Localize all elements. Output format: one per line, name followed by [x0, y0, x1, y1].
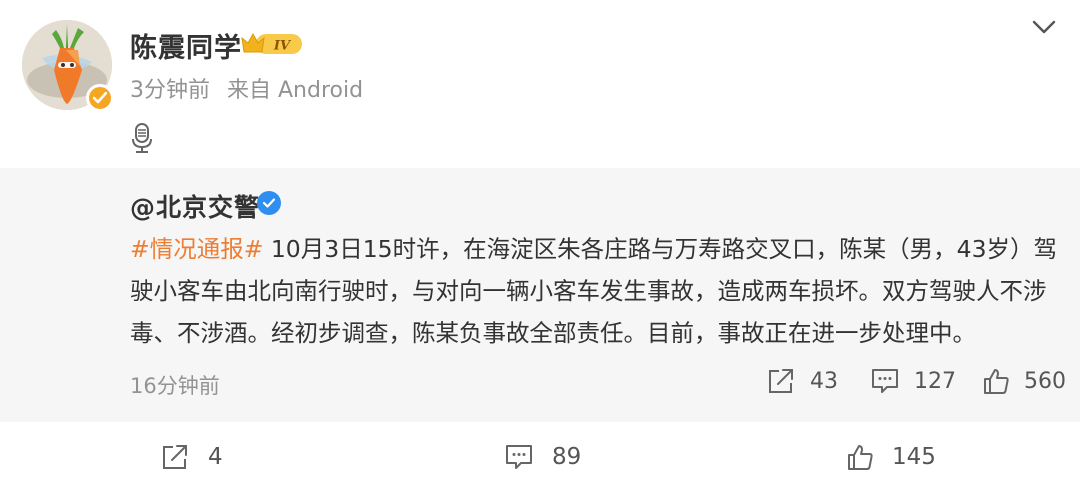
crown-rank-badge-icon[interactable]: IV — [240, 30, 304, 58]
repost-like-count: 560 — [1024, 368, 1066, 394]
repost-content: #情况通报# 10月3日15时许，在海淀区朱各庄路与万寿路交叉口，陈某（男，43… — [130, 228, 1060, 354]
repost-share-count: 43 — [810, 368, 838, 394]
comment-button[interactable]: 89 — [504, 440, 581, 474]
avatar[interactable] — [22, 20, 114, 112]
microphone-icon[interactable] — [130, 122, 154, 154]
repost-author[interactable]: @北京交警 — [130, 188, 260, 224]
repost-count: 4 — [208, 444, 223, 470]
repost-time: 16分钟前 — [130, 374, 220, 398]
repost-button[interactable]: 4 — [160, 440, 223, 474]
repost-comment-stat[interactable]: 127 — [870, 366, 956, 396]
repost-footer: 16分钟前 43 127 560 — [130, 364, 1066, 404]
like-count: 145 — [892, 444, 936, 470]
username[interactable]: 陈震同学 — [130, 26, 242, 65]
share-icon — [163, 445, 187, 469]
hashtag-link[interactable]: #情况通报# — [130, 235, 263, 263]
comment-count: 89 — [552, 444, 582, 470]
thumbs-up-icon — [984, 369, 1009, 394]
comment-icon — [872, 369, 898, 393]
post-meta: 3分钟前 来自 Android — [130, 72, 373, 104]
share-icon — [769, 369, 793, 393]
repost-card[interactable]: @北京交警 #情况通报# 10月3日15时许，在海淀区朱各庄路与万寿路交叉口，陈… — [0, 168, 1080, 422]
comment-icon — [506, 445, 532, 469]
chevron-down-icon[interactable] — [1030, 14, 1058, 40]
rank-level: IV — [273, 39, 292, 54]
repost-like-stat[interactable]: 560 — [982, 366, 1066, 396]
repost-comment-count: 127 — [914, 368, 956, 394]
weibo-post: 陈震同学 IV 3分钟前 来自 Android @北京交警 #情况通报# 10月… — [0, 0, 1080, 488]
orange-verified-badge-icon — [86, 84, 114, 112]
thumbs-up-icon — [848, 445, 873, 470]
post-source: 来自 Android — [227, 78, 364, 103]
like-button[interactable]: 145 — [846, 440, 936, 474]
blue-verified-icon — [257, 191, 281, 215]
post-time: 3分钟前 — [130, 78, 210, 103]
action-bar: 4 89 145 — [0, 436, 1080, 480]
repost-share-stat[interactable]: 43 — [766, 366, 838, 396]
repost-body: 10月3日15时许，在海淀区朱各庄路与万寿路交叉口，陈某（男，43岁）驾驶小客车… — [130, 235, 1058, 347]
